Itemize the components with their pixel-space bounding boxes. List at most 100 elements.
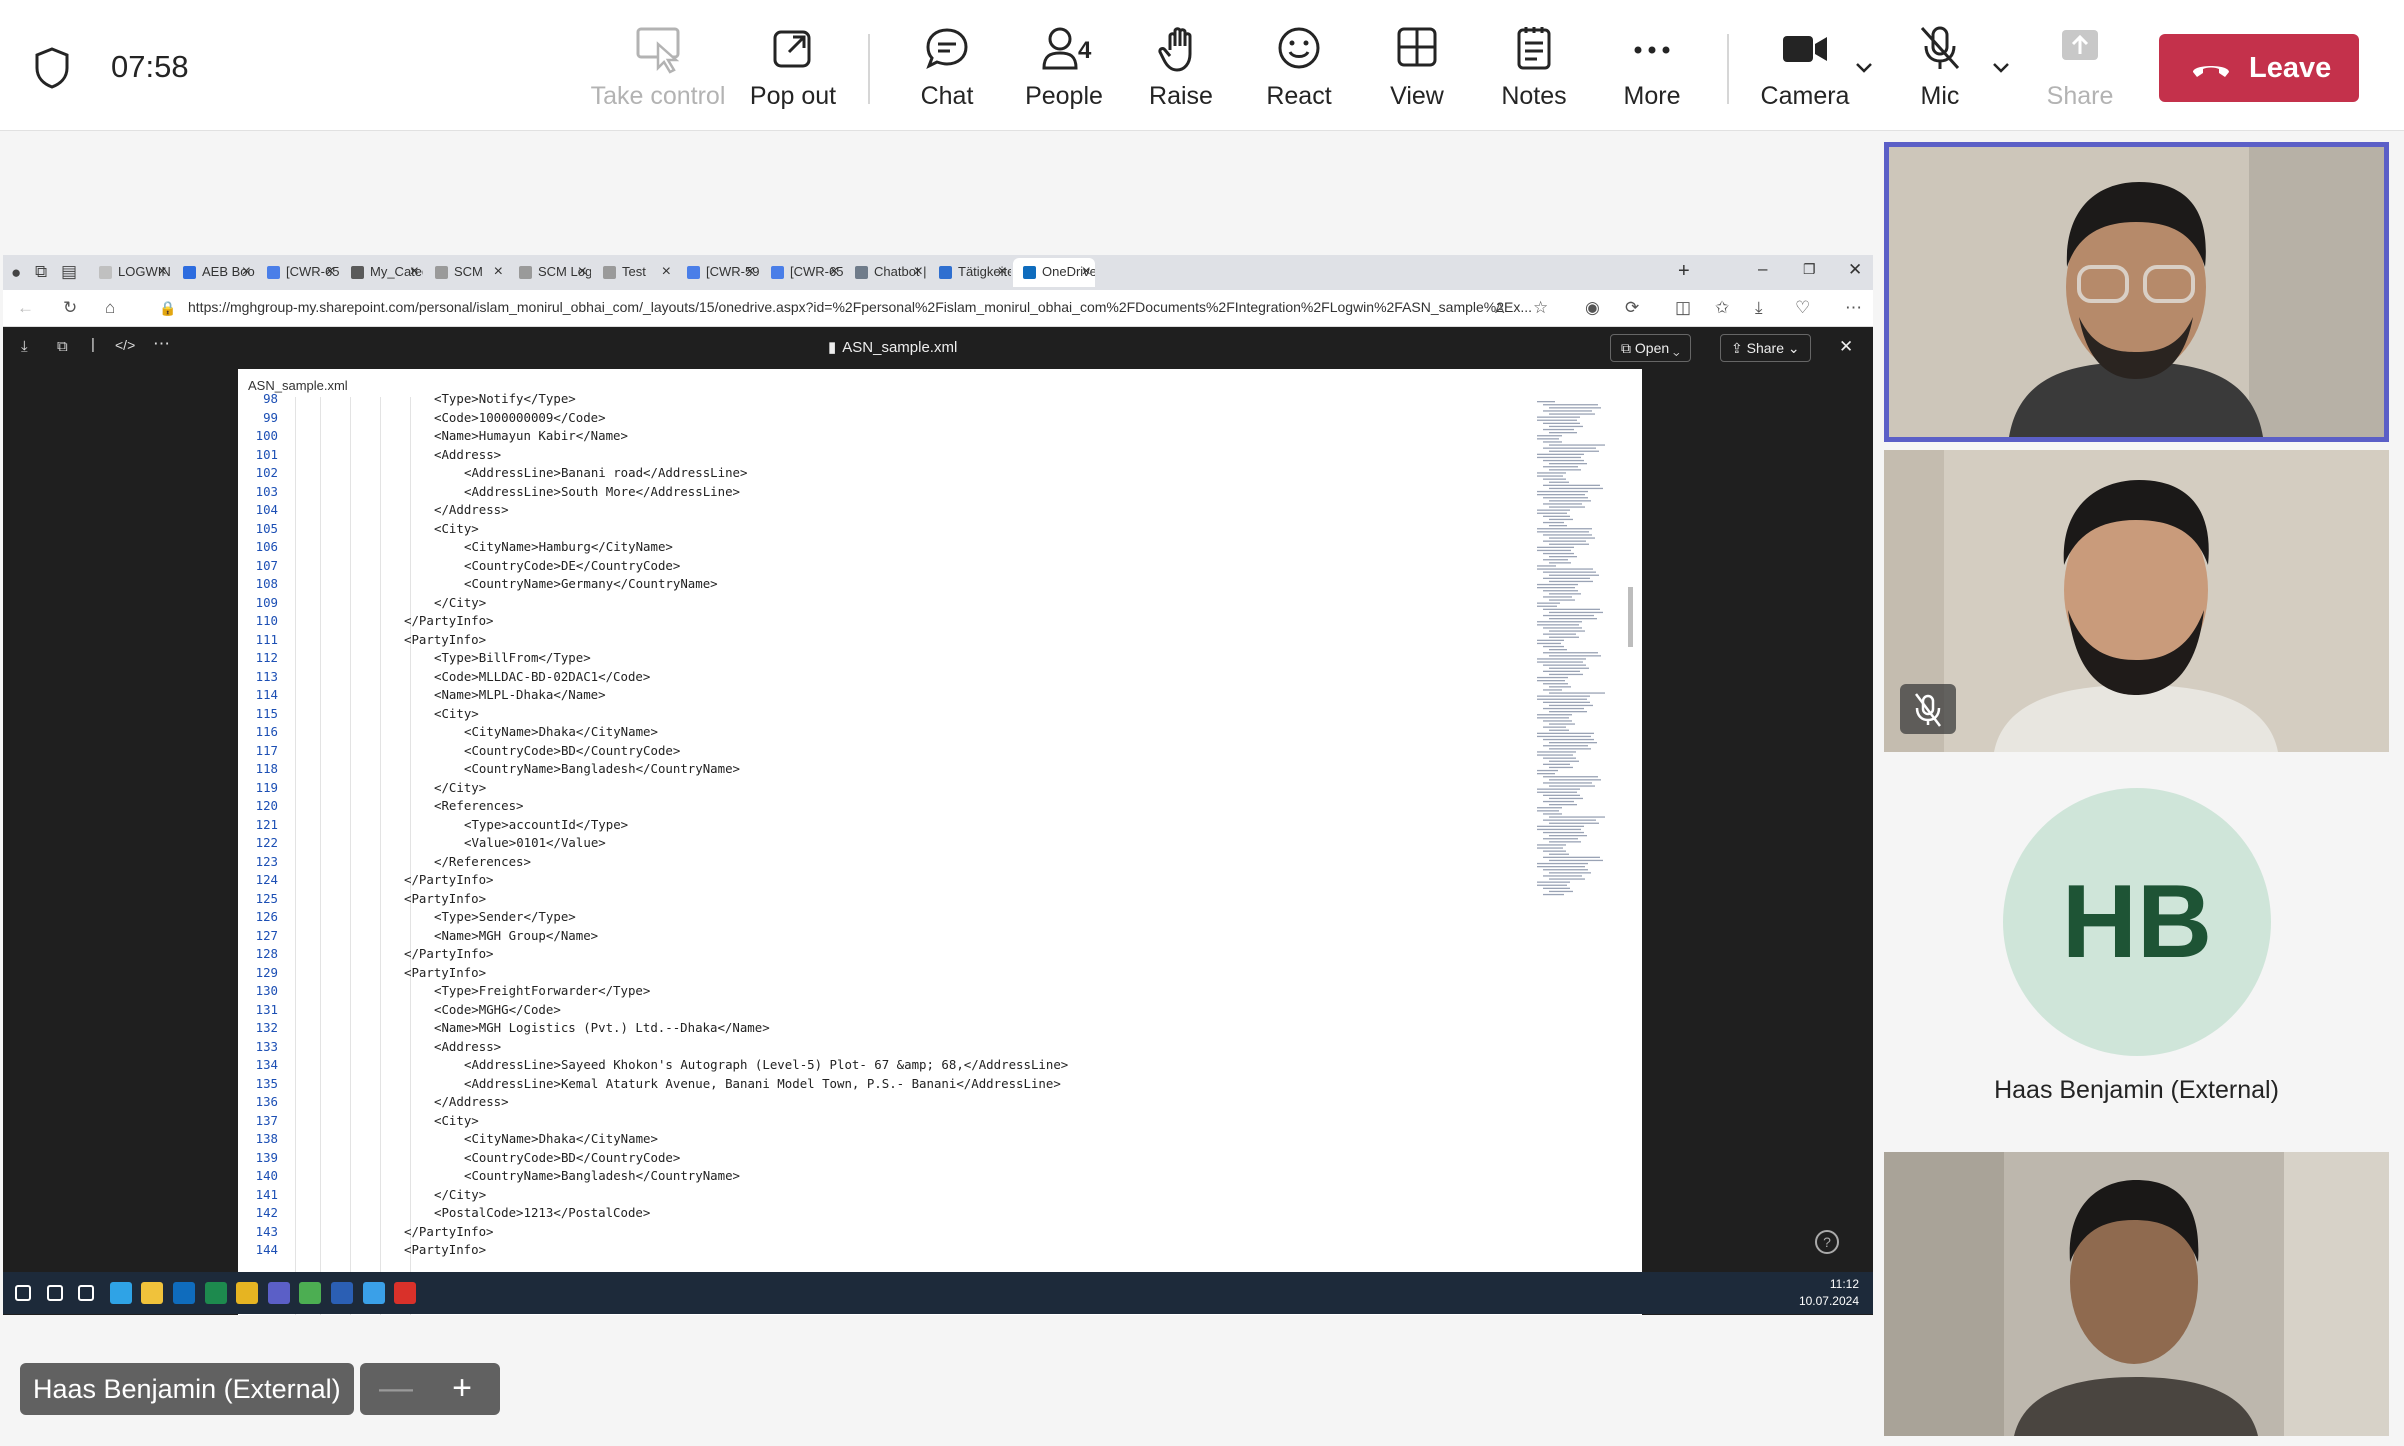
mic-options-chevron-icon[interactable] xyxy=(1992,62,2010,74)
notes-button[interactable]: Notes xyxy=(1485,24,1583,114)
code-line: 118 <CountryName>Bangladesh</CountryName> xyxy=(238,761,1518,780)
search-icon[interactable] xyxy=(46,1285,63,1301)
raise-hand-button[interactable]: Raise xyxy=(1132,24,1230,114)
line-number: 135 xyxy=(255,1075,278,1091)
browser-essentials-icon[interactable]: ♡ xyxy=(1795,298,1810,318)
tab-close-icon[interactable]: × xyxy=(662,263,671,281)
zoom-in-button[interactable]: + xyxy=(442,1369,482,1409)
browser-tab[interactable]: [CWR-6522]× xyxy=(761,258,843,287)
code-line: 108 <CountryName>Germany</CountryName> xyxy=(238,576,1518,595)
participant-video-tile[interactable] xyxy=(1884,142,2389,442)
code-editor[interactable]: 98 <Type>Notify</Type> 99 <Code>1000000009<… xyxy=(238,391,1642,1315)
tab-close-icon[interactable]: × xyxy=(998,263,1007,281)
windows-icon[interactable] xyxy=(15,1285,31,1301)
participant-video-tile[interactable] xyxy=(1884,1152,2389,1436)
browser-tab[interactable]: OneDrive × xyxy=(1013,258,1095,287)
minimize-icon[interactable]: – xyxy=(1758,259,1767,279)
code-line: 131 <Code>MGHG</Code> xyxy=(238,1002,1518,1021)
window-close-icon[interactable]: ✕ xyxy=(1848,260,1862,280)
extension-icon[interactable]: ◉ xyxy=(1585,298,1600,318)
explorer-icon[interactable] xyxy=(141,1282,164,1304)
edge-icon[interactable] xyxy=(109,1282,132,1304)
tab-close-icon[interactable]: × xyxy=(410,263,419,281)
code-text: <AddressLine>Banani road</AddressLine> xyxy=(464,465,748,480)
take-control-button[interactable]: Take control xyxy=(588,24,728,114)
tab-close-icon[interactable]: × xyxy=(158,263,167,281)
browser-tab[interactable]: AEB Bookin× xyxy=(173,258,255,287)
restore-icon[interactable]: ❐ xyxy=(1803,261,1816,278)
participant-name: Haas Benjamin (External) xyxy=(1994,1076,2279,1104)
read-aloud-icon[interactable]: A xyxy=(1495,300,1504,316)
tab-close-icon[interactable]: × xyxy=(914,263,923,281)
workspaces-icon[interactable]: ⧉ xyxy=(35,262,47,282)
code-line: 102 <AddressLine>Banani road</AddressLine… xyxy=(238,465,1518,484)
acrobat-icon[interactable] xyxy=(394,1282,417,1304)
tab-close-icon[interactable]: × xyxy=(326,263,335,281)
code-line: 99 <Code>1000000009</Code> xyxy=(238,410,1518,429)
viewer-close-icon[interactable]: ✕ xyxy=(1839,337,1853,357)
browser-tab[interactable]: Test × xyxy=(593,258,675,287)
mic-button[interactable]: Mic xyxy=(1895,24,1985,114)
browser-tab[interactable]: SCM × xyxy=(425,258,507,287)
taskview-icon[interactable] xyxy=(78,1285,95,1301)
code-text: </PartyInfo> xyxy=(404,946,494,961)
favorites-icon[interactable]: ✩ xyxy=(1715,298,1729,318)
view-button[interactable]: View xyxy=(1368,24,1466,114)
download-icon[interactable]: ⤓ xyxy=(21,338,28,355)
share-button[interactable]: Share xyxy=(2030,24,2130,114)
favorite-star-icon[interactable]: ☆ xyxy=(1533,298,1548,318)
settings-more-icon[interactable]: ⋯ xyxy=(1845,298,1862,318)
code-line: 117 <CountryCode>BD</CountryCode> xyxy=(238,743,1518,762)
participant-avatar-tile[interactable]: HB Haas Benjamin (External) xyxy=(1884,760,2389,1145)
tab-close-icon[interactable]: × xyxy=(578,263,587,281)
browser-tab[interactable]: Tätigkeiten× xyxy=(929,258,1011,287)
more-button[interactable]: More xyxy=(1603,24,1701,114)
chrome-icon[interactable] xyxy=(236,1282,259,1304)
code-view-icon[interactable]: </> xyxy=(115,337,135,353)
chat-button[interactable]: Chat xyxy=(898,24,996,114)
leave-button[interactable]: Leave xyxy=(2159,34,2359,102)
browser-tab[interactable]: Chatbot | Ra× xyxy=(845,258,927,287)
back-icon[interactable]: ← xyxy=(17,298,34,318)
tab-close-icon[interactable]: × xyxy=(746,263,755,281)
react-button[interactable]: React xyxy=(1250,24,1348,114)
excel-icon[interactable] xyxy=(204,1282,227,1304)
tab-close-icon[interactable]: × xyxy=(242,263,251,281)
open-button[interactable]: ⧉ Open ⌄ xyxy=(1610,334,1691,362)
teams-icon[interactable] xyxy=(267,1282,290,1304)
pop-out-button[interactable]: Pop out xyxy=(742,24,844,114)
viewer-share-button[interactable]: ⇪ Share ⌄ xyxy=(1720,334,1811,362)
code-minimap[interactable] xyxy=(1523,397,1633,1315)
participant-video-tile[interactable] xyxy=(1884,450,2389,752)
split-screen-icon[interactable]: ◫ xyxy=(1675,298,1691,318)
tab-actions-icon[interactable]: ▤ xyxy=(61,262,77,282)
new-tab-icon[interactable]: + xyxy=(1678,260,1690,283)
browser-tab[interactable]: LOGWIN Ap× xyxy=(89,258,171,287)
browser-tab[interactable]: [CWR-5960]× xyxy=(677,258,759,287)
notepad-icon[interactable] xyxy=(299,1282,322,1304)
tab-close-icon[interactable]: × xyxy=(830,263,839,281)
browser-tab[interactable]: My_Catego× xyxy=(341,258,423,287)
tab-close-icon[interactable]: × xyxy=(1082,263,1091,281)
rdp-icon[interactable] xyxy=(362,1282,385,1304)
browser-tab[interactable]: [CWR-6532]× xyxy=(257,258,339,287)
url-field[interactable]: https://mghgroup-my.sharepoint.com/perso… xyxy=(188,299,1532,315)
copy-icon[interactable]: ⧉ xyxy=(57,338,68,355)
home-icon[interactable]: ⌂ xyxy=(105,298,115,318)
downloads-icon[interactable]: ⤓ xyxy=(1755,298,1763,318)
help-icon[interactable]: ? xyxy=(1815,1230,1839,1254)
viewer-more-icon[interactable]: ⋯ xyxy=(153,334,170,354)
sync-icon[interactable]: ⟳ xyxy=(1625,298,1639,318)
camera-button[interactable]: Camera xyxy=(1755,24,1855,114)
camera-options-chevron-icon[interactable] xyxy=(1855,62,1873,74)
browser-tab[interactable]: SCM Logwin× xyxy=(509,258,591,287)
code-text: <Code>MLLDAC-BD-02DAC1</Code> xyxy=(434,668,651,684)
zoom-out-button[interactable]: — xyxy=(376,1369,416,1409)
profile-icon[interactable]: ● xyxy=(11,263,21,283)
word-icon[interactable] xyxy=(331,1282,353,1304)
refresh-icon[interactable]: ↻ xyxy=(63,298,77,318)
tab-close-icon[interactable]: × xyxy=(494,263,503,281)
outlook-icon[interactable] xyxy=(173,1282,195,1304)
people-button[interactable]: People xyxy=(1015,24,1113,114)
browser-address-bar: ← ↻ ⌂ 🔒 https://mghgroup-my.sharepoint.c… xyxy=(3,290,1873,327)
